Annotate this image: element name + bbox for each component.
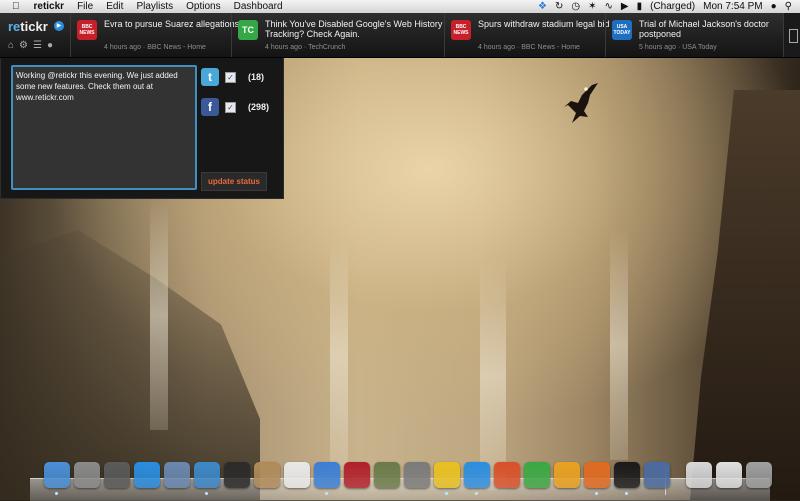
twitter-count: (18)	[248, 72, 265, 82]
menu-dashboard[interactable]: Dashboard	[234, 1, 283, 12]
finder-icon[interactable]	[44, 462, 70, 488]
menubar-clock[interactable]: Mon 7:54 PM	[703, 1, 762, 12]
wallpaper-waterfall	[480, 260, 506, 490]
usa-today-icon: USA TODAY	[612, 20, 632, 40]
eagle-image	[564, 83, 598, 123]
list-icon[interactable]: ☰	[33, 40, 42, 51]
dashboard-icon[interactable]	[104, 462, 130, 488]
calendar-icon[interactable]	[284, 462, 310, 488]
system-preferences-icon[interactable]	[404, 462, 430, 488]
status-textarea[interactable]: Working @retickr this evening. We just a…	[11, 65, 197, 190]
menu-app-name[interactable]: retickr	[34, 1, 65, 12]
update-status-button[interactable]: update status	[201, 172, 267, 191]
ticker-story[interactable]: USA TODAY Trial of Michael Jackson's doc…	[605, 13, 783, 57]
retickr-icon[interactable]	[584, 462, 610, 488]
story-headline[interactable]: Think You've Disabled Google's Web Histo…	[265, 19, 453, 39]
running-indicator	[625, 492, 628, 495]
apple-menu-icon[interactable]: 	[12, 1, 20, 12]
menu-file[interactable]: File	[77, 1, 93, 12]
utility-icon[interactable]	[644, 462, 670, 488]
twitter-checkbox[interactable]: ✓	[225, 72, 236, 83]
wallpaper-waterfall	[150, 200, 168, 430]
play-icon[interactable]: ▶	[54, 21, 64, 31]
contacts-icon[interactable]	[254, 462, 280, 488]
chat-icon[interactable]: ●	[47, 40, 53, 51]
menubar-status-area: ❖ ↻ ◷ ✶ ∿ ▶ ▮ (Charged) Mon 7:54 PM ● ⚲	[538, 0, 800, 13]
wallpaper-waterfall	[330, 240, 348, 470]
story-meta: 4 hours ago · TechCrunch	[265, 44, 346, 51]
bbc-news-icon: BBC NEWS	[77, 20, 97, 40]
dropbox-icon[interactable]: ❖	[538, 1, 547, 12]
bbc-news-icon: BBC NEWS	[451, 20, 471, 40]
chrome-icon[interactable]	[434, 462, 460, 488]
menu-options[interactable]: Options	[186, 1, 220, 12]
running-indicator	[445, 492, 448, 495]
photo-booth-icon[interactable]	[344, 462, 370, 488]
facebook-checkbox[interactable]: ✓	[225, 102, 236, 113]
sync-icon[interactable]: ↻	[555, 1, 563, 12]
preview-icon[interactable]	[164, 462, 190, 488]
launchpad-icon[interactable]	[74, 462, 100, 488]
home-icon[interactable]: ⌂	[8, 40, 14, 51]
window-icon	[789, 29, 798, 43]
battery-status[interactable]: (Charged)	[650, 1, 695, 12]
ticker-story[interactable]: BBC NEWS Spurs withdraw stadium legal bi…	[444, 13, 610, 57]
iphoto-icon[interactable]	[374, 462, 400, 488]
facebook-account: f ✓ (298)	[201, 98, 281, 118]
story-headline[interactable]: Trial of Michael Jackson's doctor postpo…	[639, 19, 779, 39]
running-indicator	[595, 492, 598, 495]
running-indicator	[325, 492, 328, 495]
trash-icon[interactable]	[746, 462, 772, 488]
console-icon[interactable]	[614, 462, 640, 488]
story-meta: 5 hours ago · USA Today	[639, 44, 717, 51]
itunes-icon[interactable]	[314, 462, 340, 488]
ticker-story[interactable]: TC Think You've Disabled Google's Web Hi…	[231, 13, 444, 57]
spotlight-icon[interactable]: ⚲	[785, 1, 792, 12]
retickr-brand: retickr ▶ ⌂ ⚙ ☰ ●	[0, 13, 70, 57]
word-icon[interactable]	[464, 462, 490, 488]
wifi-icon[interactable]: ∿	[605, 1, 613, 12]
user-icon[interactable]: ●	[771, 1, 777, 12]
volume-icon[interactable]: ▶	[621, 1, 629, 12]
menu-playlists[interactable]: Playlists	[136, 1, 173, 12]
time-machine-icon[interactable]: ◷	[571, 1, 580, 12]
wallpaper-waterfall	[610, 230, 628, 460]
facetime-icon[interactable]	[224, 462, 250, 488]
powerpoint-icon[interactable]	[494, 462, 520, 488]
app-store-icon[interactable]	[134, 462, 160, 488]
menu-edit[interactable]: Edit	[106, 1, 123, 12]
facebook-count: (298)	[248, 102, 270, 112]
system-menubar:  retickr File Edit Playlists Options Da…	[0, 0, 800, 14]
outlook-icon[interactable]	[554, 462, 580, 488]
retickr-logo[interactable]: retickr	[8, 19, 48, 34]
safari-icon[interactable]	[194, 462, 220, 488]
story-meta: 4 hours ago · BBC News - Home	[478, 44, 580, 51]
running-indicator	[55, 492, 58, 495]
running-indicator	[205, 492, 208, 495]
status-composer-panel: Working @retickr this evening. We just a…	[0, 58, 284, 199]
techcrunch-icon: TC	[238, 20, 258, 40]
twitter-icon: t	[201, 68, 219, 86]
gear-icon[interactable]: ⚙	[19, 40, 28, 51]
battery-icon[interactable]: ▮	[637, 1, 643, 12]
running-indicator	[475, 492, 478, 495]
twitter-account: t ✓ (18)	[201, 68, 281, 88]
facebook-icon: f	[201, 98, 219, 116]
ticker-story[interactable]: BBC NEWS Evra to pursue Suarez allegatio…	[70, 13, 239, 57]
bluetooth-icon[interactable]: ✶	[588, 1, 596, 12]
retickr-ticker-bar: retickr ▶ ⌂ ⚙ ☰ ● BBC NEWS Evra to pursu…	[0, 13, 800, 58]
retickr-toolbar: ⌂ ⚙ ☰ ●	[8, 40, 53, 51]
document-icon[interactable]	[686, 462, 712, 488]
notes-icon[interactable]	[716, 462, 742, 488]
excel-icon[interactable]	[524, 462, 550, 488]
expand-handle[interactable]	[783, 13, 800, 57]
story-meta: 4 hours ago · BBC News - Home	[104, 44, 206, 51]
